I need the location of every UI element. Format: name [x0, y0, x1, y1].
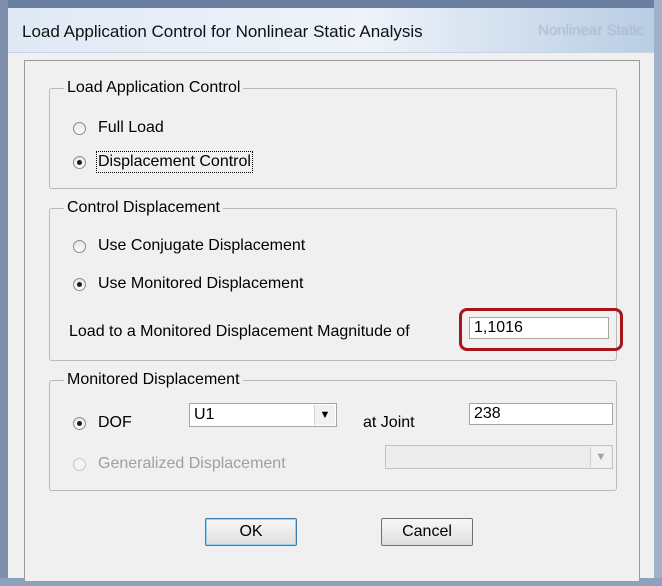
ok-button[interactable]: OK: [205, 518, 297, 546]
joint-input[interactable]: [469, 403, 613, 425]
dialog-titlebar[interactable]: Load Application Control for Nonlinear S…: [8, 8, 654, 53]
generalized-displacement-option[interactable]: Generalized Displacement: [73, 455, 286, 473]
use-conjugate-displacement-radio[interactable]: [73, 239, 86, 253]
use-monitored-displacement-label: Use Monitored Displacement: [98, 275, 304, 292]
at-joint-label: at Joint: [363, 414, 415, 431]
displacement-control-radio[interactable]: [73, 155, 86, 169]
monitored-displacement-group: Monitored Displacement: [49, 371, 617, 491]
generalized-displacement-select[interactable]: ▼: [385, 445, 613, 469]
use-monitored-displacement-radio[interactable]: [73, 277, 86, 291]
dialog-title: Load Application Control for Nonlinear S…: [22, 22, 423, 41]
control-displacement-legend: Control Displacement: [67, 199, 220, 216]
dialog-body: Load Application Control Full Load Displ…: [24, 60, 640, 582]
monitored-displacement-legend: Monitored Displacement: [67, 371, 240, 388]
background-window-title: Nonlinear Static: [538, 22, 644, 39]
dof-radio-option[interactable]: DOF: [73, 414, 132, 432]
magnitude-input[interactable]: [469, 317, 609, 339]
full-load-radio-option[interactable]: Full Load: [73, 119, 164, 137]
displacement-control-radio-option[interactable]: Displacement Control: [73, 151, 253, 173]
generalized-dropdown-arrow-icon[interactable]: ▼: [590, 447, 611, 467]
desktop-background-right: [654, 0, 662, 586]
dof-select[interactable]: U1 ▼: [189, 403, 337, 427]
dof-label: DOF: [98, 414, 132, 431]
displacement-control-label: Displacement Control: [96, 151, 253, 173]
full-load-label: Full Load: [98, 119, 164, 136]
use-conjugate-displacement-label: Use Conjugate Displacement: [98, 237, 306, 254]
desktop-background-left: [0, 0, 8, 586]
full-load-radio[interactable]: [73, 121, 86, 135]
desktop-background-top: [0, 0, 662, 8]
dof-select-value: U1: [194, 406, 215, 423]
use-monitored-displacement-option[interactable]: Use Monitored Displacement: [73, 275, 303, 293]
magnitude-label: Load to a Monitored Displacement Magnitu…: [69, 323, 410, 340]
generalized-displacement-label: Generalized Displacement: [98, 455, 286, 472]
generalized-displacement-radio[interactable]: [73, 457, 86, 471]
cancel-button[interactable]: Cancel: [381, 518, 473, 546]
dof-dropdown-arrow-icon[interactable]: ▼: [314, 405, 335, 425]
use-conjugate-displacement-option[interactable]: Use Conjugate Displacement: [73, 237, 305, 255]
dof-radio[interactable]: [73, 416, 86, 430]
load-application-control-legend: Load Application Control: [67, 79, 241, 96]
